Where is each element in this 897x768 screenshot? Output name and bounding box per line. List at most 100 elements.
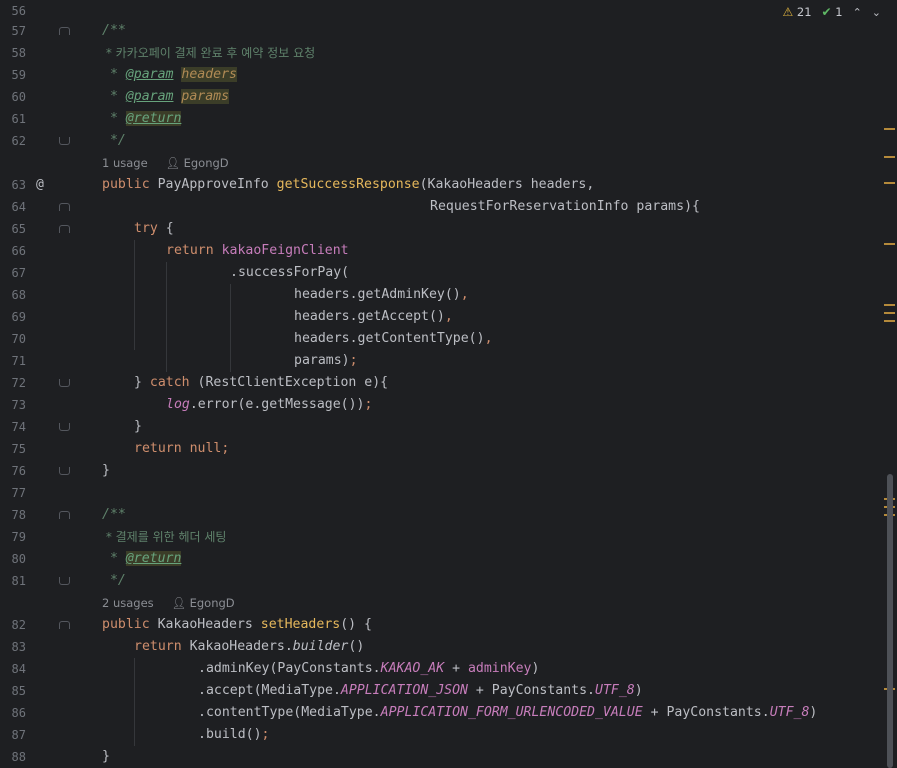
warning-marker[interactable] — [884, 320, 895, 322]
fold-toggle-icon[interactable] — [59, 621, 70, 629]
line-number: 66 — [11, 244, 26, 258]
code-line: headers.getAccept(), — [294, 309, 453, 324]
code-line: return null; — [134, 441, 230, 456]
line-number: 59 — [11, 68, 26, 82]
warning-marker[interactable] — [884, 156, 895, 158]
double-check-icon: ✔︎ — [821, 5, 832, 19]
usage-inlay[interactable]: 2 usages 👤︎ EgongD — [102, 592, 235, 614]
line-number: 67 — [11, 266, 26, 280]
code-line: .contentType(MediaType.APPLICATION_FORM_… — [198, 705, 818, 720]
chevron-down-icon[interactable]: ⌄ — [872, 6, 881, 19]
indent-guide — [166, 262, 167, 372]
code-editor[interactable]: /** * 카카오페이 결제 완료 후 예약 정보 요청 * @param he… — [72, 0, 882, 768]
usage-inlay[interactable]: 1 usage 👤︎ EgongD — [102, 152, 229, 174]
warning-marker[interactable] — [884, 128, 895, 130]
code-line: try { — [134, 221, 174, 236]
code-line: public KakaoHeaders setHeaders() { — [102, 617, 372, 632]
code-line: * 카카오페이 결제 완료 후 예약 정보 요청 — [102, 46, 316, 60]
editor-gutter: 56 57 58 59 60 61 62 63 64 65 66 67 68 6… — [0, 0, 72, 768]
line-number: 58 — [11, 46, 26, 60]
code-line: .accept(MediaType.APPLICATION_JSON + Pay… — [198, 683, 643, 698]
warning-triangle-icon: ⚠︎ — [782, 5, 794, 19]
code-line: * @return — [102, 551, 182, 566]
code-line: } catch (RestClientException e){ — [134, 375, 389, 390]
code-line: * @param headers — [102, 67, 237, 82]
line-number: 74 — [11, 420, 26, 434]
code-line: * 결제를 위한 헤더 세팅 — [102, 530, 227, 544]
warning-marker[interactable] — [884, 243, 895, 245]
line-number: 77 — [11, 486, 26, 500]
line-number: 69 — [11, 310, 26, 324]
line-number: 86 — [11, 706, 26, 720]
code-line: */ — [102, 133, 126, 148]
line-number: 68 — [11, 288, 26, 302]
line-number: 82 — [11, 618, 26, 632]
code-line: params); — [294, 353, 358, 368]
code-line: RequestForReservationInfo params){ — [430, 199, 700, 214]
fold-toggle-icon[interactable] — [59, 577, 70, 585]
code-line: .successForPay( — [230, 265, 350, 280]
indent-guide — [134, 658, 135, 746]
line-number: 84 — [11, 662, 26, 676]
code-line: */ — [102, 573, 126, 588]
fold-toggle-icon[interactable] — [59, 467, 70, 475]
line-number: 65 — [11, 222, 26, 236]
usages-link[interactable]: 2 usages — [102, 596, 154, 610]
code-line: .build(); — [198, 727, 270, 742]
line-number: 70 — [11, 332, 26, 346]
warning-marker[interactable] — [884, 304, 895, 306]
code-line: * @return — [102, 111, 182, 126]
person-icon: 👤︎ — [165, 156, 180, 170]
override-marker-icon[interactable]: @ — [36, 174, 44, 196]
line-number: 56 — [11, 4, 26, 18]
warnings-indicator[interactable]: ⚠︎ 21 — [782, 5, 811, 19]
fold-toggle-icon[interactable] — [59, 203, 70, 211]
indent-guide — [134, 240, 135, 350]
line-number: 78 — [11, 508, 26, 522]
author-hint[interactable]: 👤︎ EgongD — [171, 596, 234, 610]
code-line: public PayApproveInfo getSuccessResponse… — [102, 177, 595, 192]
scrollbar-thumb[interactable] — [887, 474, 893, 768]
line-number: 88 — [11, 750, 26, 764]
line-number: 64 — [11, 200, 26, 214]
indent-guide — [230, 284, 231, 372]
line-number: 83 — [11, 640, 26, 654]
line-number: 60 — [11, 90, 26, 104]
line-number: 79 — [11, 530, 26, 544]
code-line: headers.getAdminKey(), — [294, 287, 469, 302]
line-number: 76 — [11, 464, 26, 478]
code-line: /** — [102, 507, 126, 522]
line-number: 63 — [11, 178, 26, 192]
code-line: /** — [102, 23, 126, 38]
line-number: 61 — [11, 112, 26, 126]
fold-toggle-icon[interactable] — [59, 27, 70, 35]
chevron-up-icon[interactable]: ⌃ — [853, 6, 862, 19]
line-number: 62 — [11, 134, 26, 148]
person-icon: 👤︎ — [171, 596, 186, 610]
code-line: return kakaoFeignClient — [166, 243, 349, 258]
usages-link[interactable]: 1 usage — [102, 156, 148, 170]
line-number: 81 — [11, 574, 26, 588]
author-hint[interactable]: 👤︎ EgongD — [165, 156, 228, 170]
line-number: 85 — [11, 684, 26, 698]
fold-toggle-icon[interactable] — [59, 379, 70, 387]
line-number: 87 — [11, 728, 26, 742]
code-line: .adminKey(PayConstants.KAKAO_AK + adminK… — [198, 661, 540, 676]
line-number: 75 — [11, 442, 26, 456]
vertical-scrollbar[interactable] — [882, 0, 897, 768]
line-number: 73 — [11, 398, 26, 412]
fold-toggle-icon[interactable] — [59, 511, 70, 519]
line-number: 57 — [11, 24, 26, 38]
fold-toggle-icon[interactable] — [59, 225, 70, 233]
warning-marker[interactable] — [884, 182, 895, 184]
checks-indicator[interactable]: ✔︎ 1 — [822, 5, 843, 19]
inspection-widget[interactable]: ⚠︎ 21 ✔︎ 1 ⌃ ⌄ — [782, 2, 881, 22]
code-line: log.error(e.getMessage()); — [166, 397, 373, 412]
code-line: } — [134, 419, 142, 434]
line-number: 71 — [11, 354, 26, 368]
fold-toggle-icon[interactable] — [59, 423, 70, 431]
fold-toggle-icon[interactable] — [59, 137, 70, 145]
code-line: * @param params — [102, 89, 230, 104]
line-number: 72 — [11, 376, 26, 390]
warning-marker[interactable] — [884, 312, 895, 314]
